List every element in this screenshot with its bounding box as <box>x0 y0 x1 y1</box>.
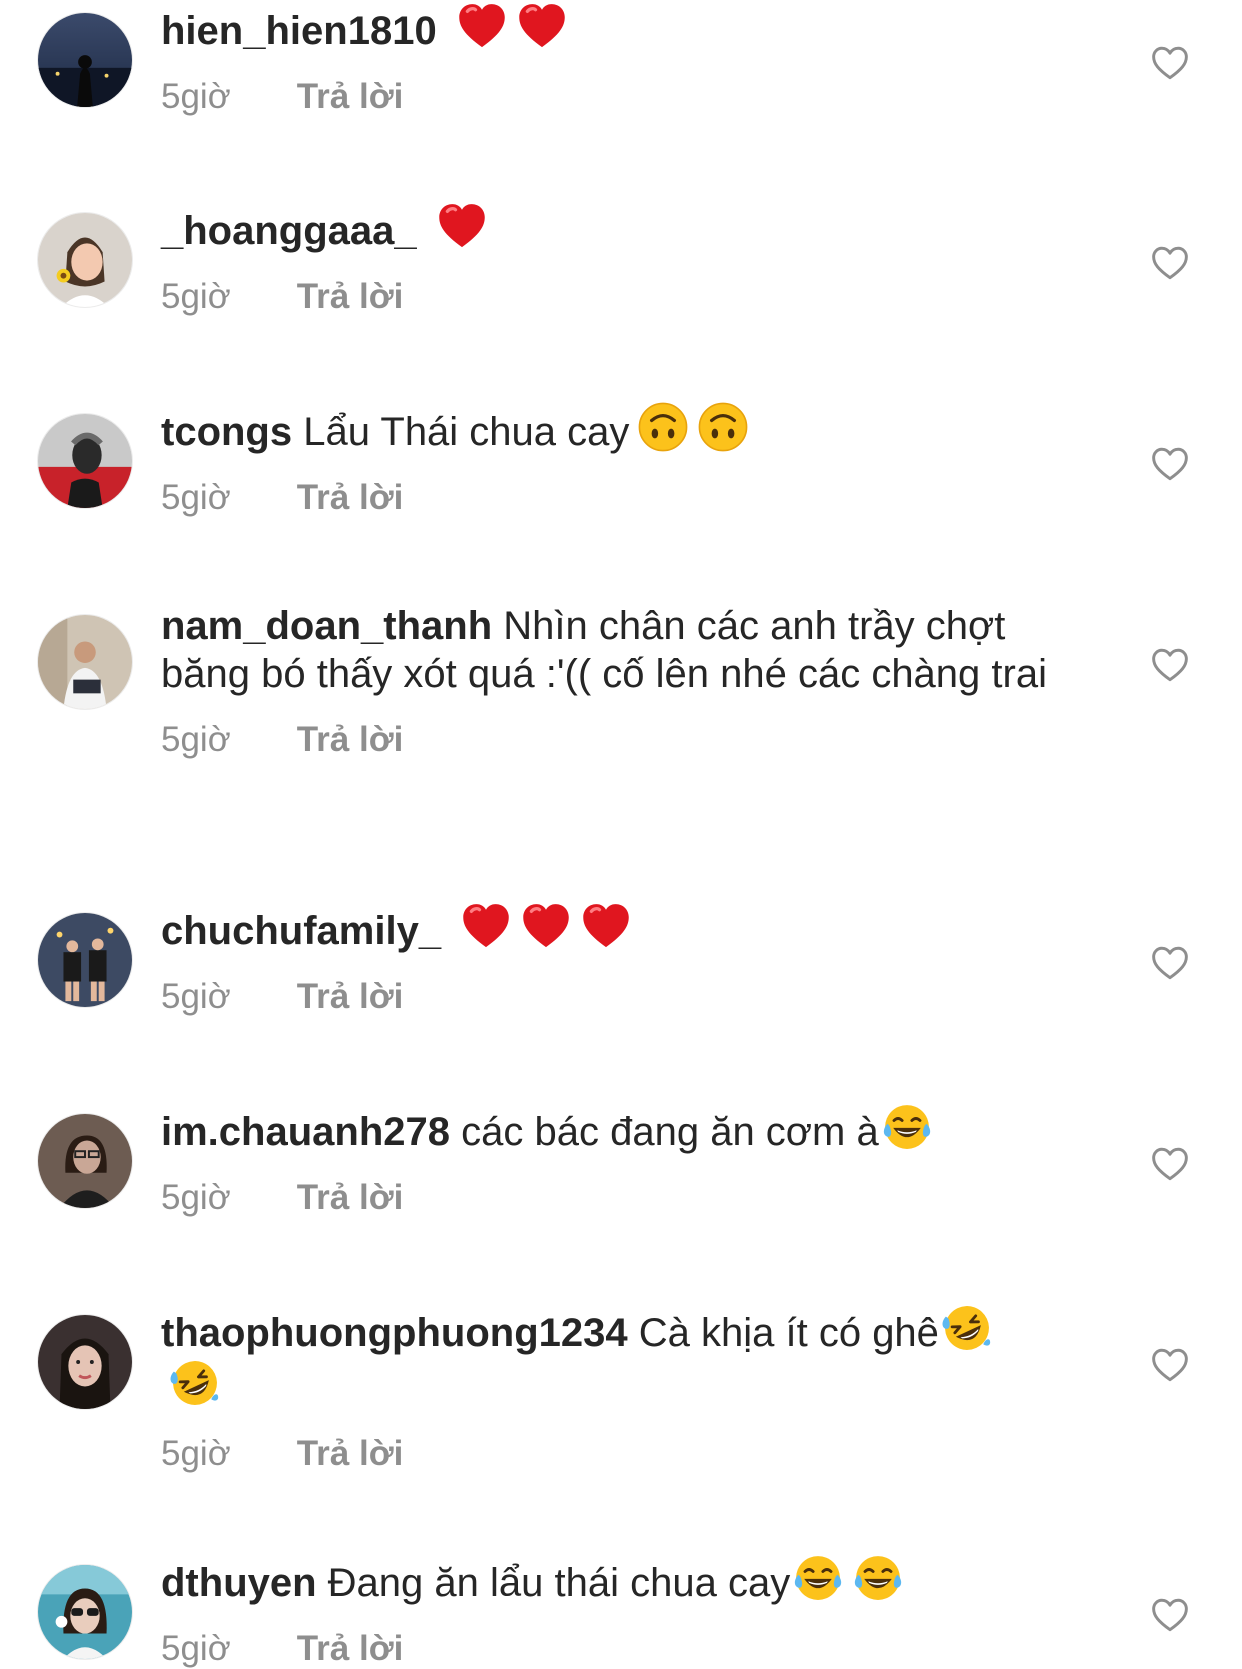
comment-body: chuchufamily_ 5giờ Trả lời <box>161 900 1081 1017</box>
avatar[interactable] <box>37 12 133 108</box>
comment-text: im.chauanh278 các bác đang ăn cơm à <box>161 1101 1081 1156</box>
like-heart-icon[interactable] <box>1150 1146 1190 1182</box>
username[interactable]: nam_doan_thanh <box>161 604 492 648</box>
like-heart-icon[interactable] <box>1150 245 1190 281</box>
comment-meta: 5giờ Trả lời <box>161 478 1081 518</box>
username[interactable]: _hoanggaaa_ <box>161 209 417 253</box>
red-heart-emoji <box>516 0 568 52</box>
comment-time: 5giờ <box>161 1178 231 1217</box>
upside-down-face-emoji <box>637 401 689 453</box>
comment-text: dthuyen Đang ăn lẩu thái chua cay <box>161 1552 1081 1607</box>
avatar[interactable] <box>37 413 133 509</box>
avatar[interactable] <box>37 614 133 710</box>
comment-body: im.chauanh278 các bác đang ăn cơm à 5giờ… <box>161 1101 1081 1218</box>
red-heart-emoji <box>456 0 508 52</box>
like-heart-icon[interactable] <box>1150 1347 1190 1383</box>
comment-text: tcongs Lẩu Thái chua cay <box>161 401 1081 456</box>
avatar[interactable] <box>37 212 133 308</box>
avatar[interactable] <box>37 1314 133 1410</box>
red-heart-emoji <box>580 900 632 952</box>
username[interactable]: hien_hien1810 <box>161 9 437 53</box>
comment-time: 5giờ <box>161 1434 231 1473</box>
comment-time: 5giờ <box>161 1629 231 1668</box>
avatar[interactable] <box>37 1564 133 1660</box>
comment-body: _hoanggaaa_ 5giờ Trả lời <box>161 200 1081 317</box>
tears-of-joy-emoji <box>852 1552 904 1604</box>
username[interactable]: tcongs <box>161 410 292 454</box>
comment-body: hien_hien1810 5giờ Trả lời <box>161 0 1081 117</box>
comment-meta: 5giờ Trả lời <box>161 977 1081 1017</box>
comment-body: nam_doan_thanh Nhìn chân các anh trầy ch… <box>161 602 1081 760</box>
avatar[interactable] <box>37 912 133 1008</box>
comment-content: Lẩu Thái chua cay <box>303 410 630 454</box>
comment-text: thaophuongphuong1234 Cà khịa ít có ghê <box>161 1302 1081 1412</box>
reply-button[interactable]: Trả lời <box>297 1434 404 1474</box>
rolling-on-floor-laughing-emoji <box>169 1357 221 1409</box>
comment-text: chuchufamily_ <box>161 900 1081 955</box>
comment-content: Đang ăn lẩu thái chua cay <box>327 1561 791 1605</box>
like-heart-icon[interactable] <box>1150 1597 1190 1633</box>
like-heart-icon[interactable] <box>1150 945 1190 981</box>
reply-button[interactable]: Trả lời <box>297 720 404 760</box>
reply-button[interactable]: Trả lời <box>297 77 404 117</box>
comment-time: 5giờ <box>161 720 231 759</box>
comment-text: _hoanggaaa_ <box>161 200 1081 255</box>
comment-meta: 5giờ Trả lời <box>161 1629 1081 1669</box>
username[interactable]: chuchufamily_ <box>161 909 441 953</box>
comment-body: tcongs Lẩu Thái chua cay 5giờ Trả lời <box>161 401 1081 518</box>
reply-button[interactable]: Trả lời <box>297 1178 404 1218</box>
reply-button[interactable]: Trả lời <box>297 1629 404 1669</box>
comment-time: 5giờ <box>161 977 231 1016</box>
comment-body: dthuyen Đang ăn lẩu thái chua cay 5giờ T… <box>161 1552 1081 1669</box>
comment-content: các bác đang ăn cơm à <box>461 1110 879 1154</box>
avatar[interactable] <box>37 1113 133 1209</box>
comment-text: nam_doan_thanh Nhìn chân các anh trầy ch… <box>161 602 1081 698</box>
comment-meta: 5giờ Trả lời <box>161 1434 1081 1474</box>
comment-time: 5giờ <box>161 478 231 517</box>
like-heart-icon[interactable] <box>1150 446 1190 482</box>
username[interactable]: thaophuongphuong1234 <box>161 1311 628 1355</box>
upside-down-face-emoji <box>697 401 749 453</box>
comment-meta: 5giờ Trả lời <box>161 77 1081 117</box>
red-heart-emoji <box>520 900 572 952</box>
tears-of-joy-emoji <box>792 1552 844 1604</box>
comment-meta: 5giờ Trả lời <box>161 1178 1081 1218</box>
like-heart-icon[interactable] <box>1150 647 1190 683</box>
red-heart-emoji <box>436 200 488 252</box>
comment-content: Cà khịa ít có ghê <box>638 1311 939 1355</box>
reply-button[interactable]: Trả lời <box>297 277 404 317</box>
like-heart-icon[interactable] <box>1150 45 1190 81</box>
reply-button[interactable]: Trả lời <box>297 977 404 1017</box>
comment-time: 5giờ <box>161 77 231 116</box>
comment-meta: 5giờ Trả lời <box>161 277 1081 317</box>
username[interactable]: dthuyen <box>161 1561 317 1605</box>
comment-time: 5giờ <box>161 277 231 316</box>
reply-button[interactable]: Trả lời <box>297 478 404 518</box>
comment-meta: 5giờ Trả lời <box>161 720 1081 760</box>
red-heart-emoji <box>460 900 512 952</box>
comment-text: hien_hien1810 <box>161 0 1081 55</box>
comment-body: thaophuongphuong1234 Cà khịa ít có ghê 5… <box>161 1302 1081 1474</box>
username[interactable]: im.chauanh278 <box>161 1110 450 1154</box>
rolling-on-floor-laughing-emoji <box>941 1302 993 1354</box>
tears-of-joy-emoji <box>881 1101 933 1153</box>
